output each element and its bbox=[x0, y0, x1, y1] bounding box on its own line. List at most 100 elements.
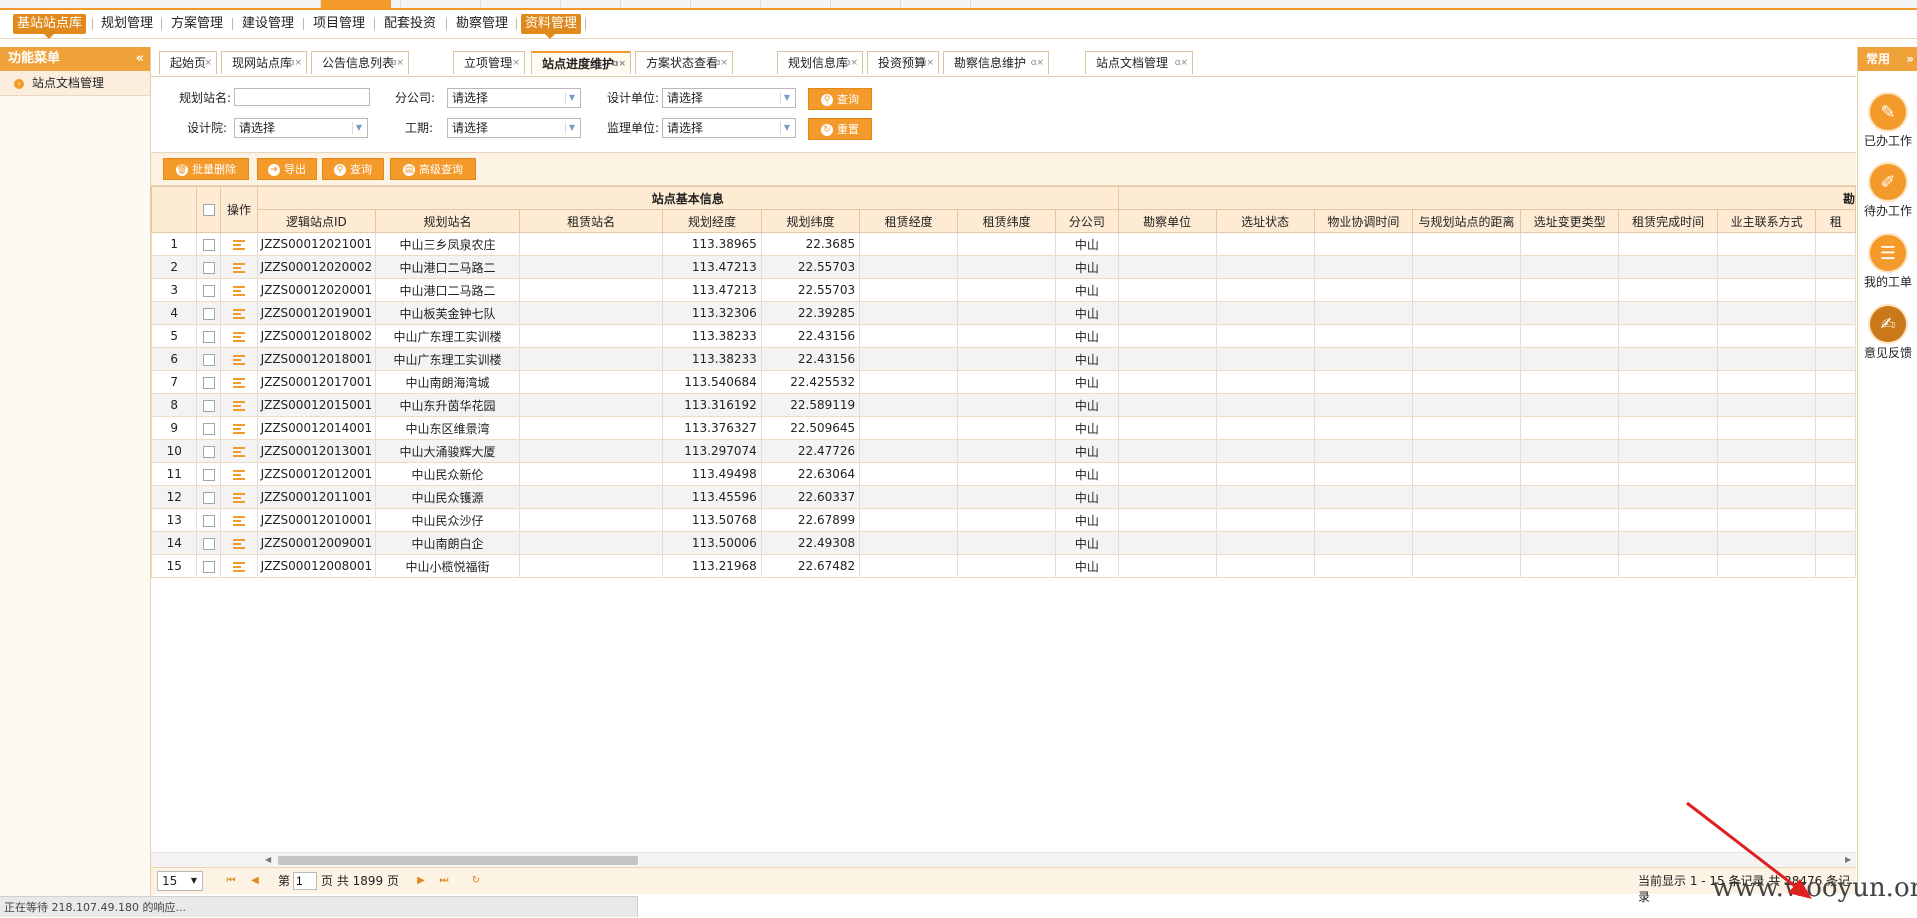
column-header[interactable]: 租赁纬度 bbox=[957, 209, 1057, 233]
column-header[interactable]: 选址变更类型 bbox=[1519, 209, 1620, 233]
row-detail-icon[interactable] bbox=[233, 446, 246, 457]
tab-close-icon[interactable]: ɑ× bbox=[391, 52, 404, 75]
row-checkbox[interactable] bbox=[202, 284, 215, 297]
tab-survey-info[interactable]: 勘察信息维护 ɑ× bbox=[943, 51, 1049, 74]
tab-plan-info[interactable]: 规划信息库 ɑ× bbox=[777, 51, 863, 74]
table-row[interactable]: 9 JZZS00012014001 中山东区维景湾 113.376327 22.5096… bbox=[151, 416, 1856, 440]
tab-site-progress[interactable]: 站点进度维护 ɑ× bbox=[531, 51, 631, 74]
plan-site-input[interactable] bbox=[234, 88, 370, 106]
table-row[interactable]: 15 JZZS00012008001 中山小榄悦福街 113.21968 22.6748… bbox=[151, 554, 1856, 578]
row-checkbox[interactable] bbox=[202, 422, 215, 435]
column-header[interactable]: 规划纬度 bbox=[760, 209, 861, 233]
row-detail-icon[interactable] bbox=[233, 285, 246, 296]
column-header[interactable]: 租 bbox=[1815, 209, 1856, 233]
tab-close-icon[interactable]: ɑ× bbox=[507, 52, 520, 75]
advanced-query-button[interactable]: ▤ 高级查询 bbox=[390, 158, 476, 180]
scrollbar-thumb[interactable] bbox=[278, 856, 638, 865]
column-header[interactable]: 逻辑站点ID bbox=[256, 209, 376, 233]
row-detail-icon[interactable] bbox=[233, 331, 246, 342]
quick-my-orders[interactable]: ☰ 我的工单 bbox=[1858, 235, 1917, 290]
tab-live-site-library[interactable]: 现网站点库 ɑ× bbox=[221, 51, 307, 74]
table-row[interactable]: 13 JZZS00012010001 中山民众沙仔 113.50768 22.67899… bbox=[151, 508, 1856, 532]
table-row[interactable]: 11 JZZS00012012001 中山民众新伦 113.49498 22.63064… bbox=[151, 462, 1856, 486]
quick-done-work[interactable]: ✎ 已办工作 bbox=[1858, 94, 1917, 149]
export-button[interactable]: ➔ 导出 bbox=[257, 158, 317, 180]
row-checkbox[interactable] bbox=[202, 514, 215, 527]
page-size-select[interactable]: 15 ▼ bbox=[157, 871, 203, 891]
row-checkbox[interactable] bbox=[202, 238, 215, 251]
column-header[interactable]: 规划经度 bbox=[662, 209, 762, 233]
scroll-left-icon[interactable]: ◀ bbox=[265, 853, 271, 867]
column-header[interactable]: 勘察单位 bbox=[1117, 209, 1217, 233]
refresh-icon[interactable]: ↻ bbox=[469, 873, 483, 889]
table-row[interactable]: 3 JZZS00012020001 中山港口二马路二 113.47213 22.5570… bbox=[151, 278, 1856, 302]
row-detail-icon[interactable] bbox=[233, 262, 246, 273]
row-detail-icon[interactable] bbox=[233, 354, 246, 365]
tab-announcements[interactable]: 公告信息列表 ɑ× bbox=[311, 51, 409, 74]
quick-feedback[interactable]: ✍ 意见反馈 bbox=[1858, 306, 1917, 361]
reset-button[interactable]: ↻ 重置 bbox=[808, 118, 872, 140]
last-page-icon[interactable]: ⏭ bbox=[437, 873, 451, 889]
column-header[interactable]: 分公司 bbox=[1055, 209, 1119, 233]
table-row[interactable]: 1 JZZS00012021001 中山三乡凤泉农庄 113.38965 22.3685… bbox=[151, 232, 1856, 256]
column-header[interactable]: 选址状态 bbox=[1215, 209, 1315, 233]
row-checkbox[interactable] bbox=[202, 376, 215, 389]
row-detail-icon[interactable] bbox=[233, 400, 246, 411]
nav-item-construction[interactable]: 建设管理 bbox=[238, 14, 298, 34]
nav-item-documents[interactable]: 资料管理 bbox=[521, 14, 582, 34]
table-row[interactable]: 6 JZZS00012018001 中山广东理工实训楼 113.38233 22.431… bbox=[151, 347, 1856, 371]
table-row[interactable]: 14 JZZS00012009001 中山南朗白企 113.50006 22.49308… bbox=[151, 531, 1856, 555]
row-checkbox[interactable] bbox=[202, 445, 215, 458]
column-header[interactable]: 租赁站名 bbox=[519, 209, 664, 233]
table-row[interactable]: 12 JZZS00012011001 中山民众镬源 113.45596 22.60337… bbox=[151, 485, 1856, 509]
tab-close-icon[interactable]: ɑ× bbox=[1031, 52, 1044, 75]
row-checkbox[interactable] bbox=[202, 491, 215, 504]
tab-close-icon[interactable]: ɑ× bbox=[921, 52, 934, 75]
page-number-input[interactable] bbox=[293, 872, 317, 890]
table-row[interactable]: 5 JZZS00012018002 中山广东理工实训楼 113.38233 22.431… bbox=[151, 324, 1856, 348]
design-institute-select[interactable]: 请选择 ▼ bbox=[234, 118, 368, 138]
column-header[interactable]: 租赁完成时间 bbox=[1618, 209, 1718, 233]
row-checkbox[interactable] bbox=[202, 353, 215, 366]
next-page-icon[interactable]: ▶ bbox=[414, 873, 428, 889]
period-select[interactable]: 请选择 ▼ bbox=[447, 118, 581, 138]
double-chevron-right-icon[interactable]: » bbox=[1906, 47, 1914, 71]
tab-site-documents[interactable]: 站点文档管理 ɑ× bbox=[1085, 51, 1193, 74]
row-detail-icon[interactable] bbox=[233, 561, 246, 572]
horizontal-scrollbar[interactable]: ◀ ▶ bbox=[151, 852, 1856, 867]
sidebar-item-site-documents[interactable]: › 站点文档管理 bbox=[0, 71, 150, 96]
nav-item-scheme[interactable]: 方案管理 bbox=[167, 14, 227, 34]
tab-close-icon[interactable]: ɑ× bbox=[289, 52, 302, 75]
row-detail-icon[interactable] bbox=[233, 423, 246, 434]
row-detail-icon[interactable] bbox=[233, 308, 246, 319]
tab-close-icon[interactable]: ɑ× bbox=[845, 52, 858, 75]
tab-scheme-status[interactable]: 方案状态查看 ɑ× bbox=[635, 51, 733, 74]
row-checkbox[interactable] bbox=[202, 468, 215, 481]
row-checkbox[interactable] bbox=[202, 560, 215, 573]
row-detail-icon[interactable] bbox=[233, 239, 246, 250]
column-header[interactable]: 规划站名 bbox=[374, 209, 521, 233]
nav-item-investment[interactable]: 配套投资 bbox=[380, 14, 440, 34]
column-header[interactable]: 与规划站点的距离 bbox=[1412, 209, 1521, 233]
query-button[interactable]: ⚲ 查询 bbox=[808, 88, 872, 110]
table-row[interactable]: 7 JZZS00012017001 中山南朗海湾城 113.540684 22.4255… bbox=[151, 370, 1856, 394]
tab-close-icon[interactable]: ɑ× bbox=[612, 53, 626, 76]
row-detail-icon[interactable] bbox=[233, 538, 246, 549]
first-page-icon[interactable]: ⏮ bbox=[224, 873, 238, 889]
table-row[interactable]: 2 JZZS00012020002 中山港口二马路二 113.47213 22.5570… bbox=[151, 255, 1856, 279]
tab-close-icon[interactable]: ɑ× bbox=[199, 52, 212, 75]
row-checkbox[interactable] bbox=[202, 307, 215, 320]
column-header[interactable]: 物业协调时间 bbox=[1313, 209, 1414, 233]
double-chevron-left-icon[interactable]: « bbox=[136, 47, 144, 71]
column-header[interactable]: 业主联系方式 bbox=[1716, 209, 1817, 233]
branch-select[interactable]: 请选择 ▼ bbox=[447, 88, 581, 108]
row-detail-icon[interactable] bbox=[233, 492, 246, 503]
scroll-right-icon[interactable]: ▶ bbox=[1845, 853, 1851, 867]
row-checkbox[interactable] bbox=[202, 537, 215, 550]
row-detail-icon[interactable] bbox=[233, 377, 246, 388]
nav-item-planning[interactable]: 规划管理 bbox=[97, 14, 157, 34]
tab-project-approval[interactable]: 立项管理 ɑ× bbox=[453, 51, 525, 74]
row-checkbox[interactable] bbox=[202, 399, 215, 412]
table-row[interactable]: 10 JZZS00012013001 中山大涌骏辉大厦 113.297074 22.47… bbox=[151, 439, 1856, 463]
tab-investment-budget[interactable]: 投资预算 ɑ× bbox=[867, 51, 939, 74]
